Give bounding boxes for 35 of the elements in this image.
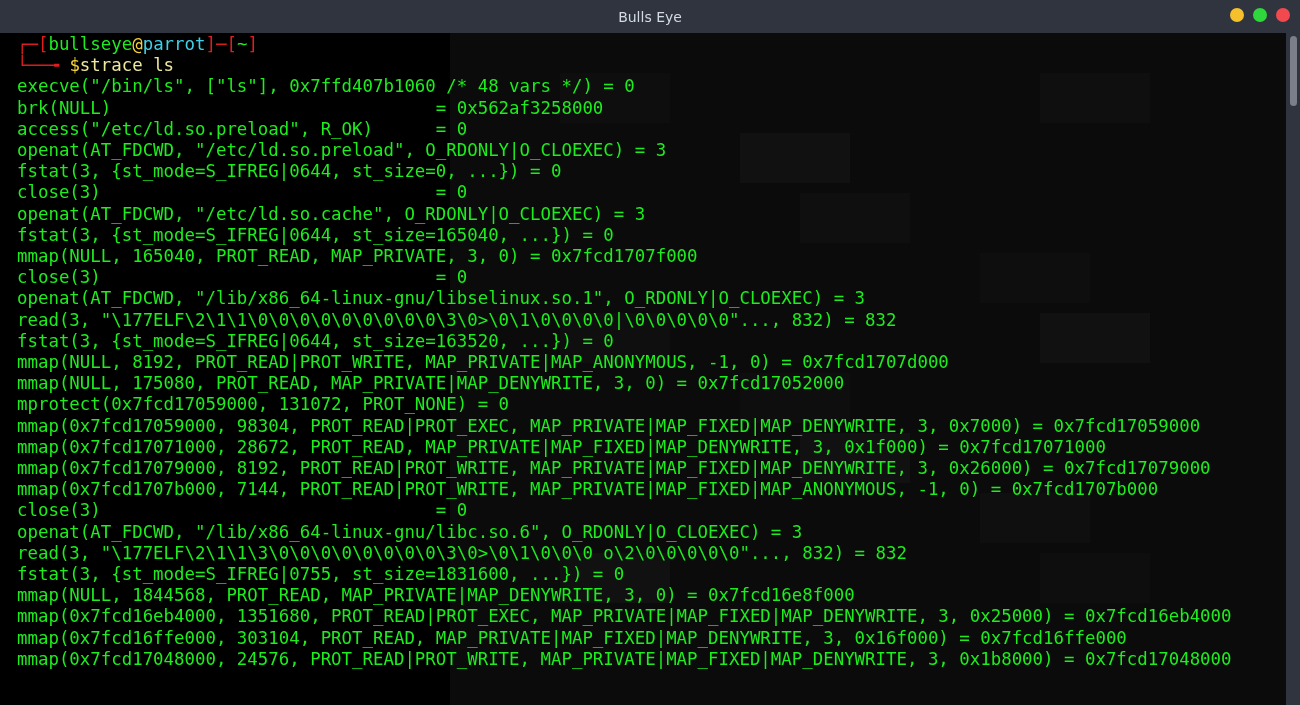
prompt-line: ┌─[bullseye@parrot]─[~]: [17, 34, 259, 55]
output-line: execve("/bin/ls", ["ls"], 0x7ffd407b1060 /* 48 vars */) = 0: [17, 76, 636, 98]
output-line: access("/etc/ld.so.preload", R_OK) = 0: [17, 118, 469, 140]
output-line: mmap(0x7fcd17071000, 28672, PROT_READ, MAP_PRIVATE|MAP_FIXED|MAP_DENYWRITE, 3, 0x1f000) = 0x7fcd17071000: [17, 436, 1107, 459]
output-line: read(3, "\177ELF\2\1\1\3\0\0\0\0\0\0\0\0\3\0>\0\1\0\0\0 o\2\0\0\0\0\0"..., 832) = 832: [17, 542, 908, 565]
output-line: fstat(3, {st_mode=S_IFREG|0755, st_size=1831600, ...}) = 0: [17, 564, 626, 586]
output-line: fstat(3, {st_mode=S_IFREG|0644, st_size=0, ...}) = 0: [17, 161, 563, 183]
output-line: close(3) = 0: [17, 500, 469, 522]
output-line: mprotect(0x7fcd17059000, 131072, PROT_NONE) = 0: [17, 394, 511, 416]
output-line: openat(AT_FDCWD, "/etc/ld.so.preload", O_RDONLY|O_CLOEXEC) = 3: [17, 140, 668, 162]
output-line: mmap(0x7fcd16ffe000, 303104, PROT_READ, MAP_PRIVATE|MAP_FIXED|MAP_DENYWRITE, 3, 0x16f000) = 0x7fcd16ffe000: [17, 627, 1128, 649]
output-line: mmap(0x7fcd17048000, 24576, PROT_READ|PROT_WRITE, MAP_PRIVATE|MAP_FIXED|MAP_DENYWRITE, 3, 0x1b8000) = 0x7fcd17048000: [17, 648, 1233, 671]
output-line: mmap(0x7fcd17059000, 98304, PROT_READ|PROT_EXEC, MAP_PRIVATE|MAP_FIXED|MAP_DENYWRITE, 3, 0x7000) = 0x7fcd17059000: [17, 415, 1202, 437]
output-line: mmap(0x7fcd16eb4000, 1351680, PROT_READ|PROT_EXEC, MAP_PRIVATE|MAP_FIXED|MAP_DENYWRITE, 3, 0x25000) = 0x7fcd16eb4000: [17, 606, 1233, 628]
output-line: mmap(0x7fcd1707b000, 7144, PROT_READ|PROT_WRITE, MAP_PRIVATE|MAP_FIXED|MAP_ANONYMOUS, -1, 0) = 0x7fcd1707b000: [17, 479, 1160, 501]
output-line: mmap(NULL, 8192, PROT_READ|PROT_WRITE, MAP_PRIVATE|MAP_ANONYMOUS, -1, 0) = 0x7fcd1707d000: [17, 352, 950, 374]
output-line: brk(NULL) = 0x562af3258000: [17, 97, 605, 119]
output-line: close(3) = 0: [17, 182, 469, 204]
command-line: └──╼ $strace ls: [17, 55, 176, 77]
output-line: openat(AT_FDCWD, "/etc/ld.so.cache", O_RDONLY|O_CLOEXEC) = 3: [17, 203, 647, 225]
output-line: openat(AT_FDCWD, "/lib/x86_64-linux-gnu/libc.so.6", O_RDONLY|O_CLOEXEC) = 3: [17, 521, 804, 543]
output-line: openat(AT_FDCWD, "/lib/x86_64-linux-gnu/libselinux.so.1", O_RDONLY|O_CLOEXEC) = 3: [17, 288, 867, 310]
output-line: mmap(NULL, 1844568, PROT_READ, MAP_PRIVATE|MAP_DENYWRITE, 3, 0) = 0x7fcd16e8f000: [17, 585, 856, 607]
output-line: close(3) = 0: [17, 267, 469, 289]
close-button[interactable]: [1276, 8, 1290, 22]
window-title: Bulls Eye: [618, 8, 682, 25]
output-line: mmap(NULL, 165040, PROT_READ, MAP_PRIVATE, 3, 0) = 0x7fcd1707f000: [17, 246, 699, 268]
output-line: mmap(NULL, 175080, PROT_READ, MAP_PRIVATE|MAP_DENYWRITE, 3, 0) = 0x7fcd17052000: [17, 373, 846, 395]
output-line: read(3, "\177ELF\2\1\1\0\0\0\0\0\0\0\0\0\3\0>\0\1\0\0\0\0|\0\0\0\0\0"..., 832) = 832: [17, 309, 898, 331]
output-line: mmap(0x7fcd17079000, 8192, PROT_READ|PROT_WRITE, MAP_PRIVATE|MAP_FIXED|MAP_DENYWRITE, 3, 0x26000) = 0x7fcd17079000: [17, 458, 1212, 480]
maximize-button[interactable]: [1253, 8, 1267, 22]
output-line: fstat(3, {st_mode=S_IFREG|0644, st_size=163520, ...}) = 0: [17, 330, 615, 353]
minimize-button[interactable]: [1230, 8, 1244, 22]
output-line: fstat(3, {st_mode=S_IFREG|0644, st_size=165040, ...}) = 0: [17, 224, 615, 247]
scrollbar-thumb[interactable]: [1289, 36, 1297, 106]
